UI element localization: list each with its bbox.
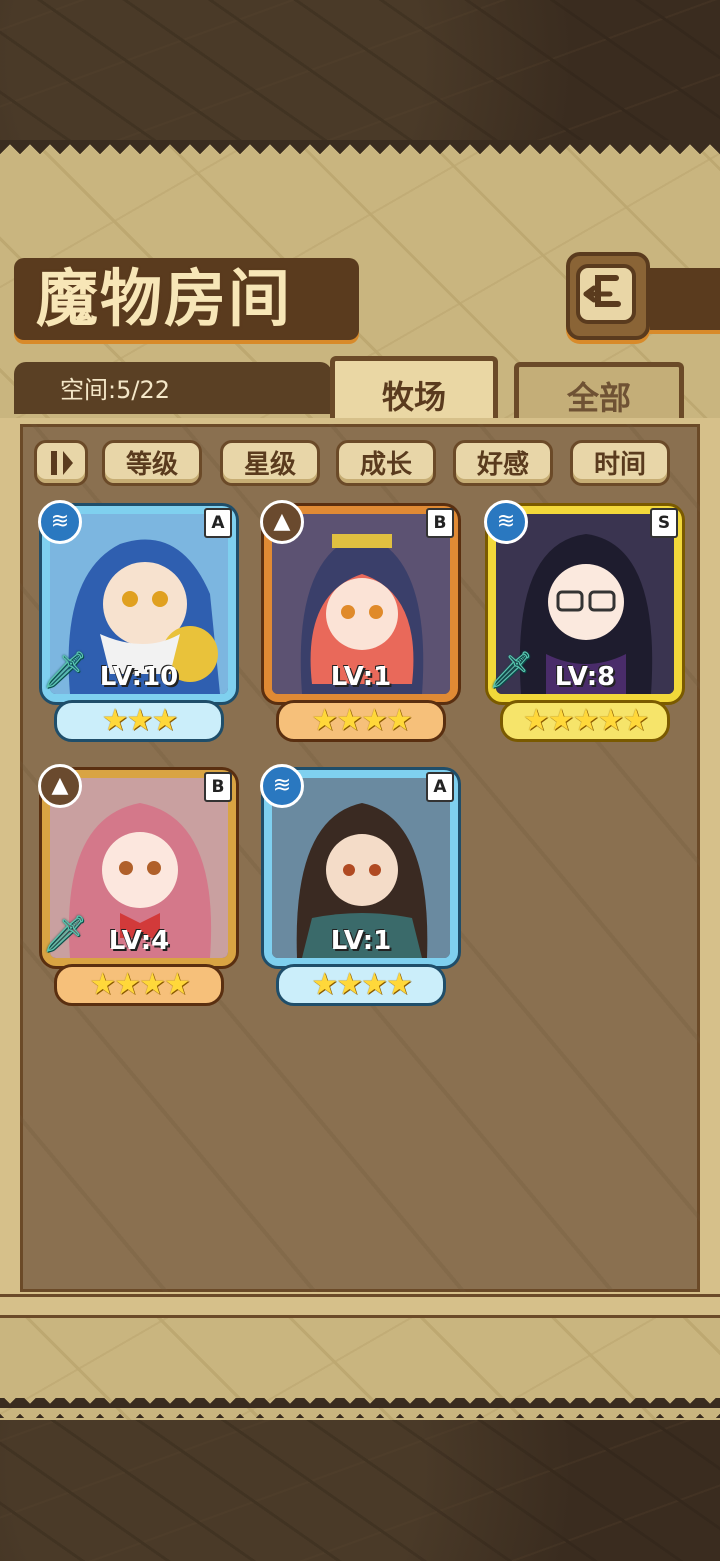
grade-badge: B: [204, 772, 232, 802]
top-background: [0, 0, 720, 150]
star-rating: ★★★★★: [500, 700, 670, 742]
earth-element-icon: ▲: [38, 764, 82, 808]
tab-ranch[interactable]: 牧场: [330, 356, 498, 425]
sort-order-toggle[interactable]: [34, 440, 88, 486]
torn-edge-top: [0, 140, 720, 160]
tab-all[interactable]: 全部: [514, 362, 684, 425]
space-counter: 空间:5/22: [60, 376, 170, 404]
water-element-icon: ≋: [484, 500, 528, 544]
star-rating: ★★★★: [276, 700, 446, 742]
star-rating: ★★★★: [276, 964, 446, 1006]
monster-card[interactable]: ≋ A 🗡 LV:10 ★★★: [36, 498, 242, 742]
level-label: LV:1: [330, 926, 392, 956]
torn-edge-bottom: [0, 1398, 720, 1418]
filter-affection-button[interactable]: 好感: [453, 440, 553, 486]
level-label: LV:8: [554, 662, 616, 692]
right-rail: [706, 418, 720, 1308]
filter-growth-button[interactable]: 成长: [336, 440, 436, 486]
grade-badge: B: [426, 508, 454, 538]
monster-card[interactable]: ▲ B LV:1 ★★★★: [258, 498, 464, 742]
earth-element-icon: ▲: [260, 500, 304, 544]
level-label: LV:1: [330, 662, 392, 692]
filter-level-button[interactable]: 等级: [102, 440, 202, 486]
star-rating: ★★★: [54, 700, 224, 742]
header-bar-right: [640, 268, 720, 330]
grade-badge: A: [204, 508, 232, 538]
bottom-rail: [0, 1294, 720, 1318]
left-rail: [0, 418, 14, 1308]
grade-badge: A: [426, 772, 454, 802]
level-label: LV:4: [108, 926, 170, 956]
sort-toggle-icon: [51, 451, 73, 475]
star-rating: ★★★★: [54, 964, 224, 1006]
monster-card[interactable]: ≋ A LV:1 ★★★★: [258, 762, 464, 1006]
back-button[interactable]: [566, 252, 650, 340]
monster-card[interactable]: ▲ B 🗡 LV:4 ★★★★: [36, 762, 242, 1006]
filter-star-button[interactable]: 星级: [220, 440, 320, 486]
return-arrow-icon: [576, 264, 636, 324]
grade-badge: S: [650, 508, 678, 538]
level-label: LV:10: [99, 662, 179, 692]
water-element-icon: ≋: [38, 500, 82, 544]
monster-card[interactable]: ≋ S 🗡 LV:8 ★★★★★: [482, 498, 688, 742]
filter-time-button[interactable]: 时间: [570, 440, 670, 486]
page-title: 魔物房间: [36, 262, 293, 335]
water-element-icon: ≋: [260, 764, 304, 808]
bottom-background: [0, 1405, 720, 1561]
